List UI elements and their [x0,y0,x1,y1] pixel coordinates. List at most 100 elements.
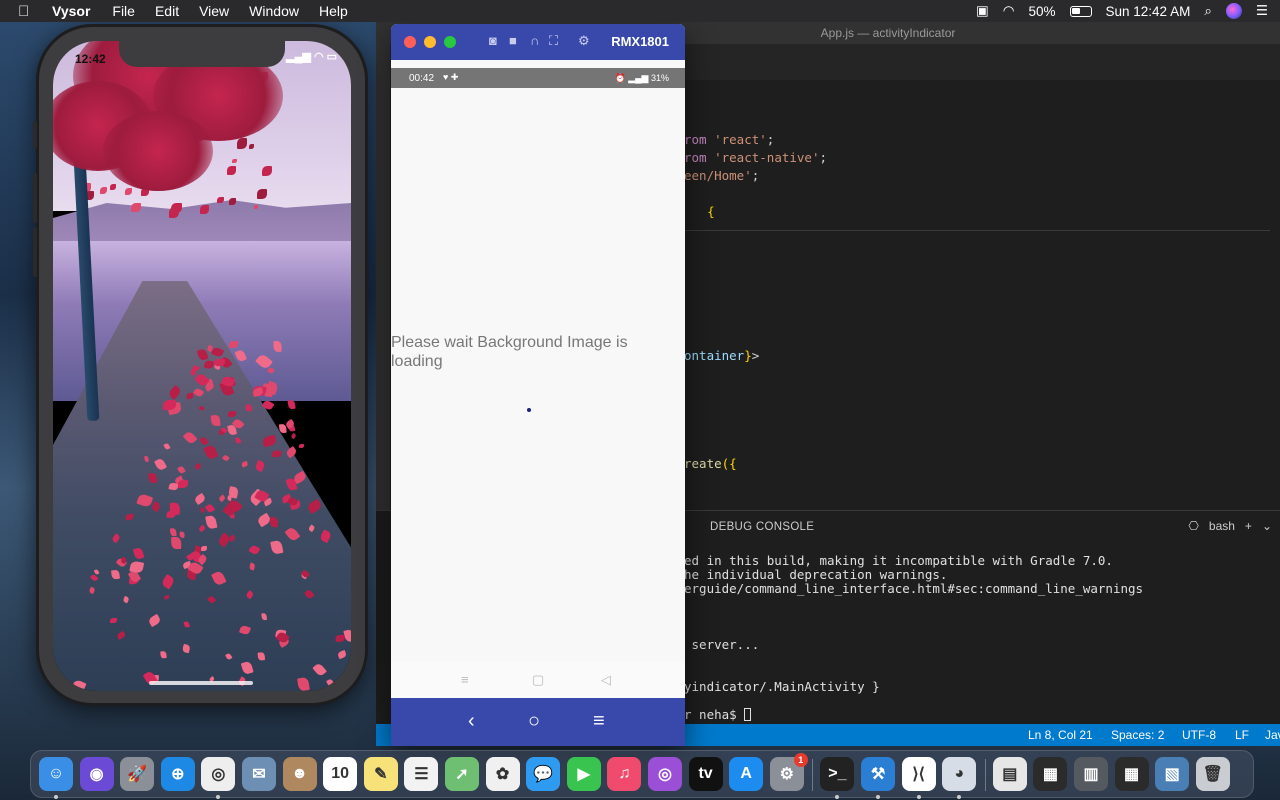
running-indicator [54,795,58,799]
maximize-button[interactable] [444,36,456,48]
contacts-icon[interactable]: ☻ [282,757,317,791]
indentation[interactable]: Spaces: 2 [1111,728,1164,742]
home-square-icon[interactable]: ▢ [532,672,544,688]
menu-window[interactable]: Window [249,3,299,19]
android-status-bar: 00:42 ♥ ✚ ⏰ ▂▄▆ 31% [391,68,685,88]
terminal-line: yindicator/.MainActivity } [684,679,880,694]
home-circle-icon[interactable]: ○ [528,710,540,733]
appletv-icon[interactable]: tv [688,757,723,791]
encoding[interactable]: UTF-8 [1182,728,1216,742]
recent-window-4-icon[interactable]: ▧ [1155,757,1190,791]
iphone-simulator: 12:42 ▂▄▆ ◠ ▭ [33,24,368,706]
cursor-position[interactable]: Ln 8, Col 21 [1028,728,1093,742]
menu-file[interactable]: File [112,3,135,19]
ios-status-bar: 12:42 ▂▄▆ ◠ ▭ [53,41,351,71]
photos-icon[interactable]: ✿ [485,757,520,791]
terminal-line: r neha$ [684,707,752,722]
vysor-icon[interactable]: ◕ [942,757,977,791]
music-icon[interactable]: ♫ [607,757,642,791]
xcode-icon[interactable]: ⚒ [861,757,895,791]
recent-window-3-icon[interactable]: ▦ [1114,757,1149,791]
back-triangle-icon[interactable]: ◁ [601,672,611,688]
language-mode[interactable]: Jav [1265,728,1280,742]
code-line: ontainer}> [684,348,760,363]
camera-icon[interactable]: ◙ [489,33,497,48]
video-icon[interactable]: ■ [509,33,517,48]
iphone-screen[interactable]: 12:42 ▂▄▆ ◠ ▭ [53,41,351,691]
vscode-icon[interactable]: ⟩⟨ [901,757,936,791]
terminal-line: he individual deprecation warnings. [684,567,948,582]
finder-icon[interactable]: ☺ [39,757,73,791]
new-terminal-icon[interactable]: + [1245,519,1252,533]
app-menu[interactable]: Vysor [52,3,90,19]
dock-separator [984,759,986,791]
terminal-cursor [744,708,752,721]
code-line: een/Home'; [684,168,760,183]
calendar-icon[interactable]: 10 [323,757,358,791]
signal-wifi-battery-icon: ▂▄▆ ◠ ▭ [286,51,337,63]
silent-switch [33,121,37,149]
podcasts-icon[interactable]: ◎ [648,757,682,791]
launchpad-icon[interactable]: 🚀 [120,757,155,791]
vysor-window: ◙ ■ ∩ ⛶ ⚙ RMX1801 00:42 ♥ ✚ ⏰ ▂▄▆ 31% Pl… [391,24,685,746]
code-line: rom 'react-native'; [684,150,827,165]
device-name: RMX1801 [611,34,669,49]
android-soft-nav: ≡ ▢ ◁ [391,662,685,698]
battery-icon[interactable] [1069,5,1092,17]
end-of-line[interactable]: LF [1235,728,1249,742]
background-image [53,41,351,691]
terminal-shell-name[interactable]: bash [1209,519,1235,533]
siri-icon[interactable] [1225,3,1242,19]
notification-badge: 1 [793,753,808,767]
battery-percent: 50% [1028,3,1056,19]
siri-icon[interactable]: ◉ [79,757,114,791]
home-indicator[interactable] [149,681,253,685]
chrome-icon[interactable]: ◎ [201,757,236,791]
volume-down-button [33,227,37,277]
menu-help[interactable]: Help [319,3,348,19]
notes-icon[interactable]: ✎ [363,757,398,791]
trash-icon[interactable]: 🗑 [1195,757,1230,791]
editor-divider [684,230,1270,231]
menu-view[interactable]: View [199,3,229,19]
headphones-icon[interactable]: ∩ [530,33,539,48]
wifi-icon[interactable]: ◠ [1003,3,1015,19]
close-button[interactable] [404,36,416,48]
facetime-icon[interactable]: ▶ [566,757,601,791]
back-icon[interactable]: ‹ [468,710,475,733]
menu-icon[interactable]: ≡ [593,710,605,733]
system-preferences-icon[interactable]: ⚙ 1 [769,753,808,791]
chevron-down-icon[interactable]: ⌄ [1262,519,1272,533]
recent-window-1-icon[interactable]: ▦ [1033,757,1068,791]
tab-debug-console[interactable]: DEBUG CONSOLE [710,521,814,533]
settings-gear-icon[interactable]: ⚙ [578,33,590,49]
menu-edit[interactable]: Edit [155,3,179,19]
vysor-menu-icon[interactable]: ▣ [976,3,989,19]
reminders-icon[interactable]: ☰ [404,757,439,791]
spotlight-search-icon[interactable]: ⌕ [1204,3,1212,19]
minimize-button[interactable] [424,36,436,48]
recents-icon[interactable]: ≡ [461,672,469,687]
safari-icon[interactable]: ⊕ [160,757,195,791]
clock[interactable]: Sun 12:42 AM [1106,4,1191,19]
notification-center-icon[interactable]: ☰ [1256,3,1268,19]
dock: ☺ ◉ 🚀 ⊕ ◎ ✉ ☻ 10 ✎ ☰ ➚ ✿ 💬 ▶ ♫ ◎ tv A ⚙ 1 >_ ⚒ ⟩⟨ ◕ ▤ ▦ ▥ ▦ ▧ 🗑 [30,750,1254,799]
apple-menu-icon[interactable]:  [18,3,36,20]
terminal-line: server... [684,637,760,652]
volume-up-button [33,173,37,223]
notification-icons: ♥ ✚ [443,72,459,82]
vysor-title-bar: ◙ ■ ∩ ⛶ ⚙ RMX1801 [391,24,685,60]
android-battery: ⏰ ▂▄▆ 31% [614,73,669,83]
ios-time: 12:42 [75,52,106,66]
appstore-icon[interactable]: A [729,757,764,791]
running-indicator [916,795,921,799]
maps-icon[interactable]: ➚ [445,757,479,791]
mail-icon[interactable]: ✉ [242,757,276,791]
recent-window-2-icon[interactable]: ▥ [1074,757,1108,791]
code-line: reate({ [684,456,737,471]
menu-bar:  Vysor File Edit View Window Help ▣ ◠ 5… [0,0,1280,22]
terminal-icon[interactable]: >_ [820,757,855,791]
document-stack-icon[interactable]: ▤ [992,757,1027,791]
fullscreen-icon[interactable]: ⛶ [549,33,558,49]
messages-icon[interactable]: 💬 [526,757,561,791]
